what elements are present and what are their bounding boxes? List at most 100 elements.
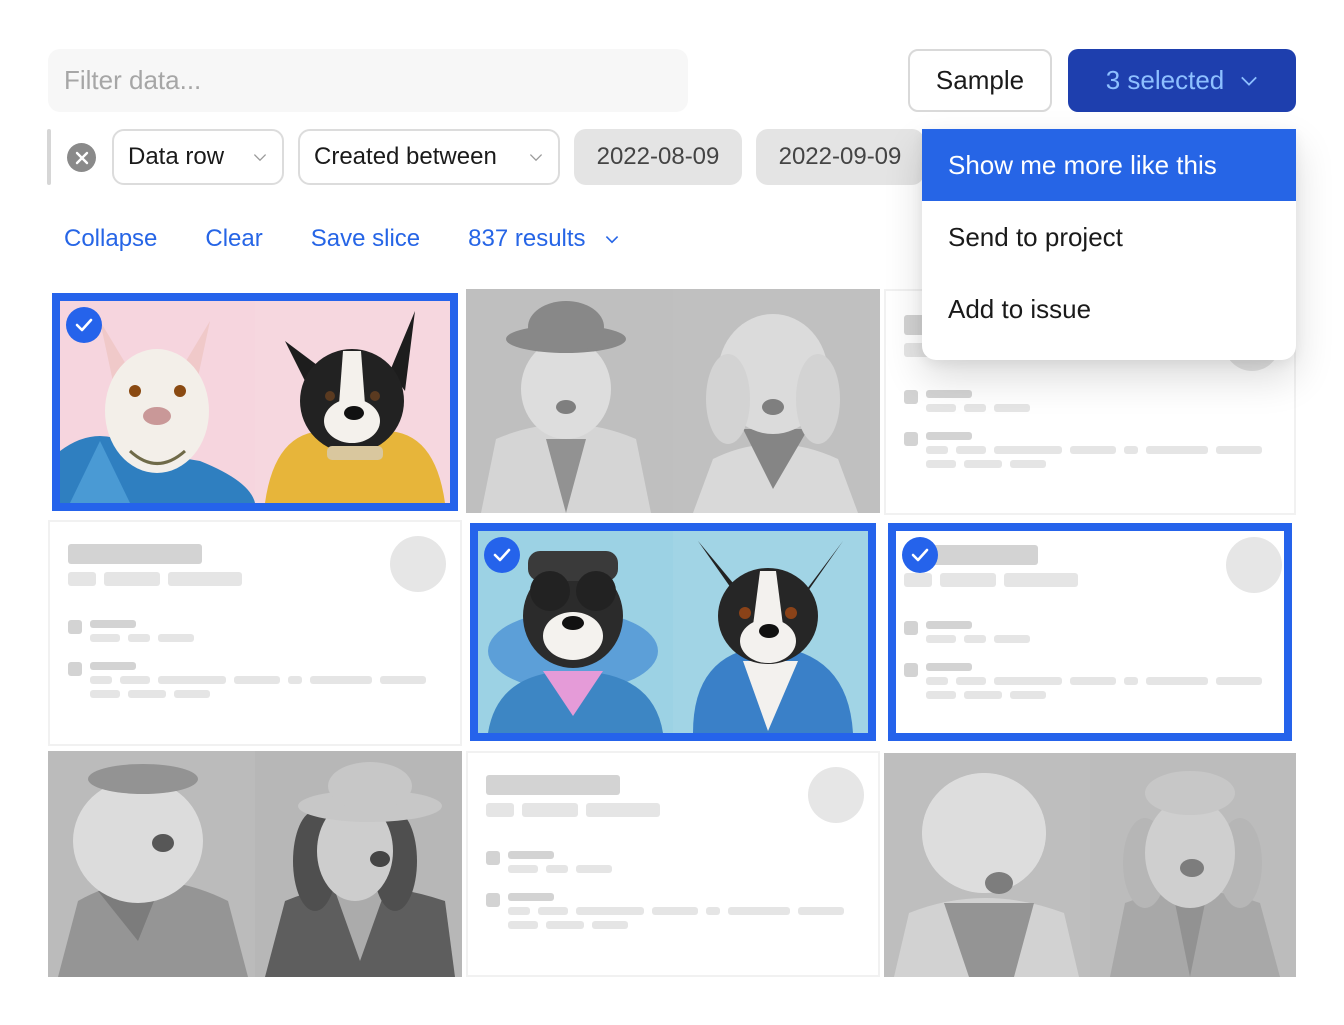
skeleton-avatar — [1226, 537, 1282, 593]
sample-button[interactable]: Sample — [908, 49, 1052, 112]
filter-data-input[interactable] — [48, 49, 688, 112]
skeleton-line — [994, 404, 1030, 412]
skeleton-line — [994, 446, 1062, 454]
skeleton-line — [926, 677, 948, 685]
remove-filter-button[interactable] — [67, 143, 96, 172]
skeleton-line — [234, 676, 280, 684]
dog-image-left — [48, 751, 255, 977]
skeleton-line — [576, 865, 612, 873]
skeleton-line — [104, 572, 160, 586]
clear-link[interactable]: Clear — [205, 225, 262, 253]
skeleton-line — [964, 404, 986, 412]
grid-tile-1[interactable] — [52, 293, 458, 511]
skeleton-bullet — [486, 851, 500, 865]
skeleton-line — [798, 907, 844, 915]
skeleton-line — [486, 803, 514, 817]
skeleton-line — [964, 635, 986, 643]
skeleton-line — [1004, 573, 1078, 587]
skeleton-bullet — [904, 390, 918, 404]
dog-image-right — [673, 289, 880, 513]
skeleton-line — [508, 851, 554, 859]
skeleton-line — [728, 907, 790, 915]
skeleton-line — [68, 572, 96, 586]
skeleton-line — [956, 677, 986, 685]
skeleton-bullet — [68, 620, 82, 634]
skeleton-line — [380, 676, 426, 684]
sample-button-label: Sample — [935, 65, 1025, 95]
filter-field-select[interactable]: Data row — [112, 129, 284, 185]
skeleton-line — [940, 573, 996, 587]
selected-check-icon[interactable] — [484, 537, 520, 573]
skeleton-line — [994, 677, 1062, 685]
skeleton-bullet — [904, 432, 918, 446]
skeleton-line — [486, 775, 620, 795]
skeleton-line — [964, 460, 1002, 468]
skeleton-line — [508, 893, 554, 901]
dog-image-right — [1090, 753, 1296, 977]
skeleton-avatar — [808, 767, 864, 823]
collapse-link[interactable]: Collapse — [64, 225, 157, 253]
skeleton-line — [1146, 446, 1208, 454]
selected-check-icon[interactable] — [902, 537, 938, 573]
dog-image-right — [255, 751, 462, 977]
skeleton-line — [508, 921, 538, 929]
dog-image-right — [673, 531, 868, 733]
skeleton-line — [168, 572, 242, 586]
close-icon — [75, 151, 88, 164]
skeleton-line — [926, 390, 972, 398]
menu-item-show-more-like-this[interactable]: Show me more like this — [922, 129, 1296, 201]
chevron-down-icon — [529, 154, 543, 162]
grid-tile-8[interactable] — [466, 751, 880, 977]
grid-tile-9[interactable] — [884, 753, 1296, 977]
date-from-field[interactable]: 2022-08-09 — [574, 129, 742, 185]
skeleton-line — [586, 803, 660, 817]
skeleton-line — [994, 635, 1030, 643]
menu-item-label: Add to issue — [948, 293, 1092, 324]
skeleton-line — [926, 621, 972, 629]
date-to-field[interactable]: 2022-09-09 — [756, 129, 924, 185]
skeleton-line — [90, 690, 120, 698]
grid-tile-6[interactable] — [888, 523, 1292, 741]
grid-tile-2[interactable] — [466, 289, 880, 513]
skeleton-line — [522, 803, 578, 817]
skeleton-line — [706, 907, 720, 915]
skeleton-bullet — [486, 893, 500, 907]
save-slice-link[interactable]: Save slice — [311, 225, 420, 253]
skeleton-line — [128, 690, 166, 698]
grid-tile-7[interactable] — [48, 751, 462, 977]
skeleton-line — [90, 676, 112, 684]
chevron-down-icon — [1241, 76, 1258, 86]
skeleton-line — [158, 676, 226, 684]
results-count-dropdown[interactable]: 837 results — [468, 225, 619, 253]
skeleton-line — [288, 676, 302, 684]
skeleton-line — [1124, 677, 1138, 685]
selected-actions-button[interactable]: 3 selected — [1068, 49, 1296, 112]
skeleton-line — [546, 921, 584, 929]
skeleton-line — [1070, 446, 1116, 454]
skeleton-line — [158, 634, 194, 642]
menu-item-add-to-issue[interactable]: Add to issue — [922, 273, 1296, 345]
filter-group-rule — [47, 129, 51, 185]
skeleton-line — [926, 432, 972, 440]
skeleton-line — [68, 544, 202, 564]
skeleton-line — [1216, 446, 1262, 454]
selected-check-icon[interactable] — [66, 307, 102, 343]
date-from-value: 2022-08-09 — [596, 143, 720, 170]
chevron-down-icon — [605, 236, 618, 244]
skeleton-line — [1146, 677, 1208, 685]
skeleton-line — [120, 676, 150, 684]
menu-item-send-to-project[interactable]: Send to project — [922, 201, 1296, 273]
grid-tile-4[interactable] — [48, 520, 462, 746]
chevron-down-icon — [253, 154, 267, 162]
filter-operator-select[interactable]: Created between — [298, 129, 560, 185]
skeleton-line — [546, 865, 568, 873]
grid-tile-5[interactable] — [470, 523, 876, 741]
skeleton-line — [964, 691, 1002, 699]
menu-item-label: Show me more like this — [948, 149, 1217, 180]
skeleton-line — [310, 676, 372, 684]
skeleton-line — [956, 446, 986, 454]
skeleton-line — [508, 907, 530, 915]
skeleton-line — [926, 404, 956, 412]
skeleton-line — [926, 635, 956, 643]
skeleton-line — [926, 446, 948, 454]
